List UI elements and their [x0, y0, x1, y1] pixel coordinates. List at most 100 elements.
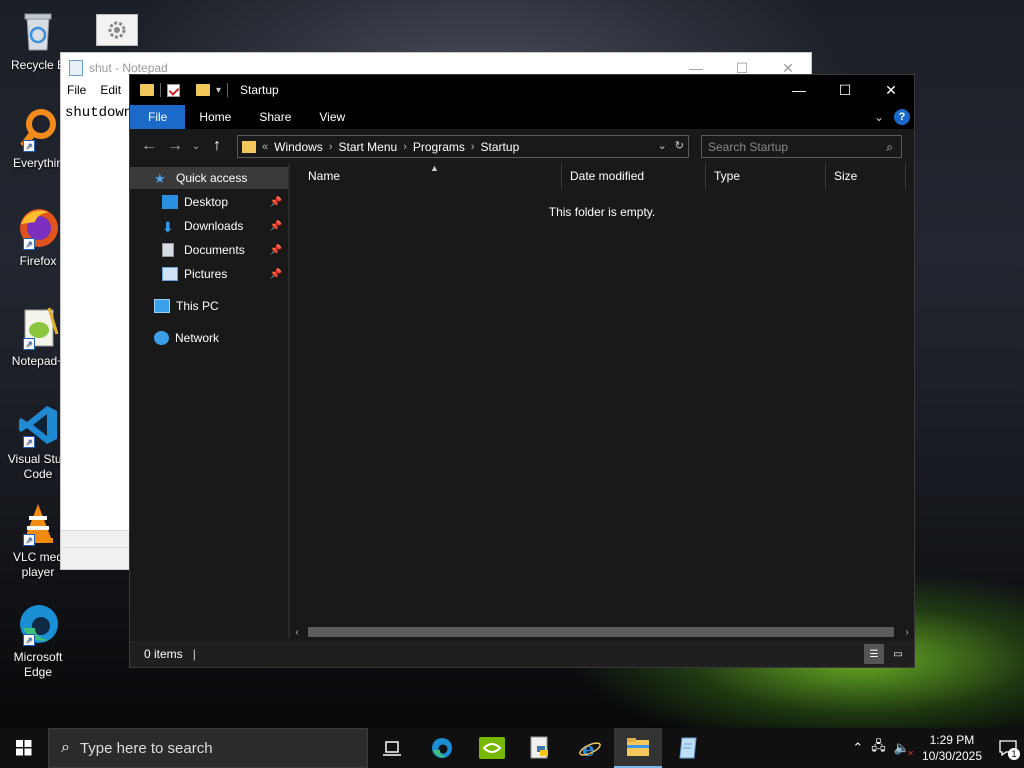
- folder-icon: [242, 140, 256, 153]
- clock-time: 1:29 PM: [929, 733, 975, 747]
- scrollbar-thumb[interactable]: [308, 627, 894, 637]
- windows-logo-icon: [16, 740, 32, 756]
- tab-file[interactable]: File: [130, 105, 186, 129]
- notepad-icon: [69, 60, 83, 76]
- taskbar-clock[interactable]: 1:29 PM 10/30/2025: [922, 732, 982, 764]
- new-folder-icon[interactable]: [196, 84, 210, 96]
- taskbar-notepad[interactable]: [664, 728, 712, 768]
- file-explorer-icon: [627, 738, 649, 756]
- network-disconnected-icon[interactable]: 🖧: [871, 737, 886, 759]
- breadcrumb-overflow[interactable]: «: [262, 141, 268, 153]
- large-icons-view-icon[interactable]: ▭: [888, 644, 908, 664]
- address-bar[interactable]: « Windows › Start Menu › Programs › Star…: [237, 135, 689, 158]
- tab-share[interactable]: Share: [245, 105, 305, 129]
- desktop-icon-edge[interactable]: ↗ Microsoft Edge: [0, 600, 76, 680]
- help-icon[interactable]: ?: [894, 109, 910, 125]
- taskbar: ⌕ Type here to search e ⌃ 🖧 🔈 ✕ 1:29 PM 1…: [0, 728, 1024, 768]
- taskbar-search-input[interactable]: Type here to search: [80, 740, 213, 757]
- start-button[interactable]: [0, 728, 48, 768]
- recent-locations-chevron-icon[interactable]: ⌄: [188, 141, 204, 152]
- close-button[interactable]: ✕: [868, 75, 914, 105]
- shortcut-arrow-icon: ↗: [23, 436, 35, 448]
- nav-label: Downloads: [184, 219, 244, 233]
- recycle-bin-icon: [15, 8, 61, 54]
- notepad-menu-edit[interactable]: Edit: [100, 83, 121, 101]
- breadcrumb-startup[interactable]: Startup: [481, 140, 520, 154]
- nav-label: Documents: [184, 243, 245, 257]
- item-count: 0 items: [144, 647, 183, 661]
- column-header-size[interactable]: Size: [826, 163, 906, 189]
- pin-icon[interactable]: 📌: [270, 221, 282, 232]
- expand-ribbon-chevron-icon[interactable]: ⌄: [874, 110, 884, 124]
- nav-item-documents[interactable]: Documents 📌: [130, 239, 288, 261]
- scroll-right-icon[interactable]: ›: [900, 625, 914, 639]
- task-view-button[interactable]: [368, 728, 416, 768]
- search-input[interactable]: Search Startup: [708, 140, 788, 154]
- explorer-title: Startup: [240, 83, 279, 97]
- nav-item-downloads[interactable]: ⬇ Downloads 📌: [130, 215, 288, 237]
- notepad-title: shut - Notepad: [89, 61, 168, 75]
- shortcut-arrow-icon: ↗: [23, 338, 35, 350]
- breadcrumb-start-menu[interactable]: Start Menu: [338, 140, 397, 154]
- taskbar-file-explorer[interactable]: [614, 728, 662, 768]
- column-header-date-modified[interactable]: Date modified: [562, 163, 706, 189]
- details-view-icon[interactable]: ☰: [864, 644, 884, 664]
- taskbar-nvidia[interactable]: [468, 728, 516, 768]
- scroll-left-icon[interactable]: ‹: [290, 625, 304, 639]
- breadcrumb-separator-icon[interactable]: ›: [471, 141, 475, 153]
- up-button[interactable]: ↑: [204, 137, 230, 155]
- show-hidden-icons-chevron-icon[interactable]: ⌃: [852, 740, 863, 756]
- column-header-type[interactable]: Type: [706, 163, 826, 189]
- refresh-icon[interactable]: ↻: [675, 139, 684, 152]
- explorer-titlebar[interactable]: ▾ Startup — ☐ ✕: [130, 75, 914, 105]
- maximize-button[interactable]: ☐: [822, 75, 868, 105]
- forward-button[interactable]: →: [162, 137, 188, 155]
- nav-item-quick-access[interactable]: ★ Quick access: [130, 167, 288, 189]
- pin-icon[interactable]: 📌: [270, 245, 282, 256]
- taskbar-search-box[interactable]: ⌕ Type here to search: [48, 728, 368, 768]
- address-bar-controls: ⌄ ↻: [650, 139, 684, 152]
- customize-toolbar-icon[interactable]: ▾: [216, 85, 221, 96]
- nav-item-pictures[interactable]: Pictures 📌: [130, 263, 288, 285]
- address-history-chevron-icon[interactable]: ⌄: [658, 139, 667, 152]
- nav-item-network[interactable]: Network: [130, 327, 288, 349]
- horizontal-scrollbar[interactable]: ‹ ›: [290, 625, 914, 639]
- shortcut-arrow-icon: ↗: [23, 140, 35, 152]
- breadcrumb-separator-icon[interactable]: ›: [403, 141, 407, 153]
- notepad-menu-file[interactable]: File: [67, 83, 86, 101]
- breadcrumb-windows[interactable]: Windows: [274, 140, 323, 154]
- notification-count-badge: 1: [1008, 748, 1020, 760]
- pin-icon[interactable]: 📌: [270, 269, 282, 280]
- nav-item-desktop[interactable]: Desktop 📌: [130, 191, 288, 213]
- taskbar-internet-explorer[interactable]: e: [566, 728, 614, 768]
- desktop-folder-icon: [162, 195, 178, 209]
- ribbon-right-controls: ⌄ ?: [874, 109, 910, 125]
- pin-icon[interactable]: 📌: [270, 197, 282, 208]
- column-header-name[interactable]: Name: [300, 163, 562, 189]
- tab-view[interactable]: View: [305, 105, 359, 129]
- taskbar-python-file[interactable]: [516, 728, 564, 768]
- gear-icon: [108, 21, 126, 39]
- desktop-icon-label: Notepad+: [11, 354, 65, 368]
- action-center-button[interactable]: 1: [992, 728, 1024, 768]
- properties-icon[interactable]: [167, 83, 180, 97]
- tab-home[interactable]: Home: [185, 105, 245, 129]
- search-box[interactable]: Search Startup ⌕: [701, 135, 902, 158]
- breadcrumb-separator-icon[interactable]: ›: [329, 141, 333, 153]
- notepad-icon: [679, 737, 697, 759]
- nav-item-this-pc[interactable]: This PC: [130, 295, 288, 317]
- volume-muted-icon[interactable]: 🔈 ✕: [894, 740, 914, 758]
- status-bar: 0 items | ☰ ▭: [130, 641, 914, 667]
- back-button[interactable]: ←: [136, 137, 162, 155]
- minimize-button[interactable]: —: [776, 75, 822, 105]
- nav-label: Desktop: [184, 195, 229, 209]
- breadcrumb-programs[interactable]: Programs: [413, 140, 465, 154]
- python-file-icon: [530, 736, 548, 759]
- desktop-icon-label: Recycle B: [10, 58, 66, 72]
- internet-explorer-icon: e: [579, 737, 601, 760]
- taskbar-edge[interactable]: [418, 728, 466, 768]
- settings-desktop-icon[interactable]: [96, 14, 138, 46]
- shortcut-arrow-icon: ↗: [23, 634, 35, 646]
- content-pane[interactable]: ▲ Name Date modified Type Size This fold…: [290, 163, 914, 639]
- explorer-window[interactable]: ▾ Startup — ☐ ✕ File Home Share View ⌄ ?…: [129, 74, 915, 668]
